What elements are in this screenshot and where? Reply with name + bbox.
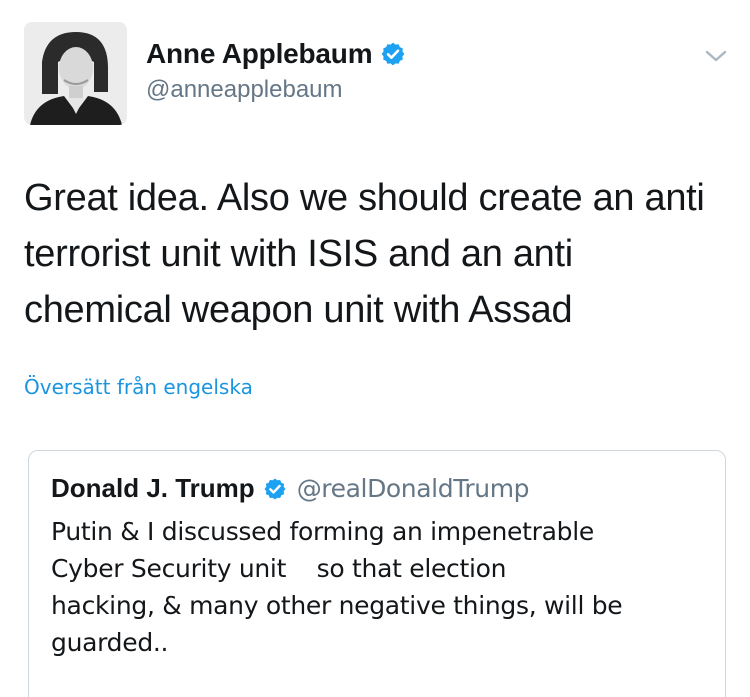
quoted-author-handle: @realDonaldTrump xyxy=(296,474,530,503)
author-name-row: Anne Applebaum xyxy=(146,38,406,70)
quoted-tweet-text: Putin & I discussed forming an impenetra… xyxy=(51,517,623,657)
quoted-tweet-header: Donald J. Trump @realDonaldTrump xyxy=(51,473,530,504)
tweet-text: Great idea. Also we should create an ant… xyxy=(24,177,705,331)
author-display-name[interactable]: Anne Applebaum xyxy=(146,38,373,70)
tweet: Anne Applebaum @anneapplebaum Great idea… xyxy=(0,0,750,697)
verified-badge-icon xyxy=(382,42,405,66)
translate-link[interactable]: Översätt från engelska xyxy=(24,375,253,399)
verified-badge-icon xyxy=(264,478,286,499)
avatar[interactable] xyxy=(24,22,127,125)
quoted-tweet-card[interactable]: Donald J. Trump @realDonaldTrump Putin &… xyxy=(28,450,726,697)
user-avatar-photo xyxy=(24,22,127,125)
author-handle[interactable]: @anneapplebaum xyxy=(146,76,343,104)
quoted-author-display-name: Donald J. Trump xyxy=(51,473,255,503)
chevron-down-icon[interactable] xyxy=(704,48,728,64)
